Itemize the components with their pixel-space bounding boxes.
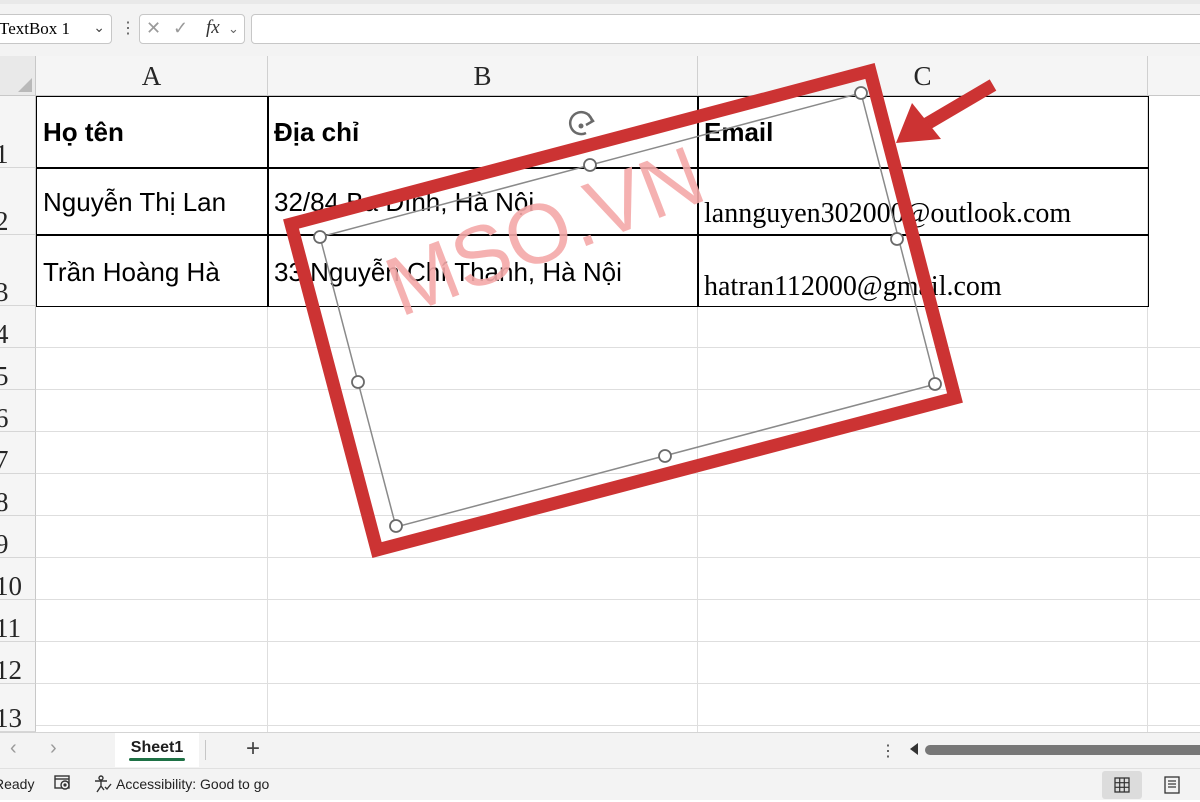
cell-a1[interactable]: Họ tên — [36, 96, 269, 169]
normal-view-button[interactable] — [1102, 771, 1142, 799]
row-header-3[interactable]: 3 — [0, 235, 36, 306]
name-box[interactable]: TextBox 1 ⌄ — [0, 14, 112, 44]
tab-label: Sheet1 — [130, 739, 184, 756]
row-header-4[interactable]: 4 — [0, 306, 36, 348]
tab-sheet1[interactable]: Sheet1 — [115, 733, 199, 767]
status-bar: Ready Accessibility: Good to go — [0, 768, 1200, 800]
formula-buttons: ✕ ✓ fx ⌄ — [139, 14, 245, 44]
check-icon[interactable]: ✓ — [173, 18, 188, 39]
gridline — [36, 473, 1200, 474]
gridline — [36, 641, 1200, 642]
accessibility-status[interactable]: Accessibility: Good to go — [116, 776, 269, 792]
row-header-6[interactable]: 6 — [0, 390, 36, 432]
select-all-button[interactable] — [0, 56, 36, 96]
sheet-tabs-bar: ‹ › Sheet1 + ⋮ — [0, 732, 1200, 768]
row-header-2[interactable]: 2 — [0, 168, 36, 235]
row-header-10[interactable]: 10 — [0, 558, 36, 600]
row-header-13[interactable]: 13 — [0, 684, 36, 732]
gridline — [36, 725, 1200, 726]
gridline — [36, 599, 1200, 600]
row-header-5[interactable]: 5 — [0, 348, 36, 390]
cell-a2[interactable]: Nguyễn Thị Lan — [36, 167, 269, 236]
cell-c3[interactable]: hatran112000@gmail.com — [697, 234, 1149, 307]
row-header-1[interactable]: 1 — [0, 96, 36, 168]
cell-b2[interactable]: 32/84 Ba Đình, Hà Nội — [267, 167, 699, 236]
gridline — [36, 347, 1200, 348]
column-header-b[interactable]: B — [268, 56, 698, 96]
scroll-left-icon[interactable] — [910, 743, 918, 755]
row-header-8[interactable]: 8 — [0, 474, 36, 516]
divider — [205, 740, 206, 760]
row-header-11[interactable]: 11 — [0, 600, 36, 642]
column-header-d[interactable] — [1148, 56, 1200, 96]
cell-a3[interactable]: Trần Hoàng Hà — [36, 234, 269, 307]
chevron-down-icon[interactable]: ⌄ — [93, 15, 105, 43]
macro-recording-icon[interactable] — [54, 775, 72, 791]
gridline — [36, 683, 1200, 684]
more-options-icon[interactable]: ⋮ — [120, 18, 136, 40]
ribbon-edge — [0, 0, 1200, 4]
cell-c2[interactable]: lannguyen302000@outlook.com — [697, 167, 1149, 236]
gridline — [36, 557, 1200, 558]
gridline — [36, 515, 1200, 516]
more-options-icon[interactable]: ⋮ — [880, 741, 896, 761]
page-layout-icon — [1164, 776, 1180, 794]
column-header-c[interactable]: C — [698, 56, 1148, 96]
column-header-a[interactable]: A — [36, 56, 268, 96]
chevron-right-icon[interactable]: › — [50, 737, 57, 760]
row-header-9[interactable]: 9 — [0, 516, 36, 558]
name-box-value: TextBox 1 — [0, 19, 71, 38]
gridline — [36, 431, 1200, 432]
page-layout-view-button[interactable] — [1152, 771, 1192, 799]
gridline — [36, 389, 1200, 390]
grid-view-icon — [1114, 777, 1130, 793]
formula-input[interactable] — [251, 14, 1200, 44]
insert-function-button[interactable]: fx — [206, 17, 220, 39]
chevron-down-icon[interactable]: ⌄ — [228, 21, 239, 37]
row-header-7[interactable]: 7 — [0, 432, 36, 474]
cell-b3[interactable]: 33 Nguyễn Chí Thanh, Hà Nội — [267, 234, 699, 307]
row-header-12[interactable]: 12 — [0, 642, 36, 684]
cell-c1[interactable]: Email — [697, 96, 1149, 169]
status-ready: Ready — [0, 776, 35, 792]
x-icon[interactable]: ✕ — [146, 18, 161, 39]
chevron-left-icon[interactable]: ‹ — [10, 737, 17, 760]
add-sheet-button[interactable]: + — [246, 735, 260, 763]
cell-b1[interactable]: Địa chỉ — [267, 96, 699, 169]
accessibility-icon[interactable] — [94, 775, 112, 793]
horizontal-scrollbar[interactable] — [925, 745, 1200, 755]
worksheet-grid[interactable]: A B C 1 2 3 4 5 6 7 8 9 10 11 12 13 Họ t… — [0, 56, 1200, 732]
